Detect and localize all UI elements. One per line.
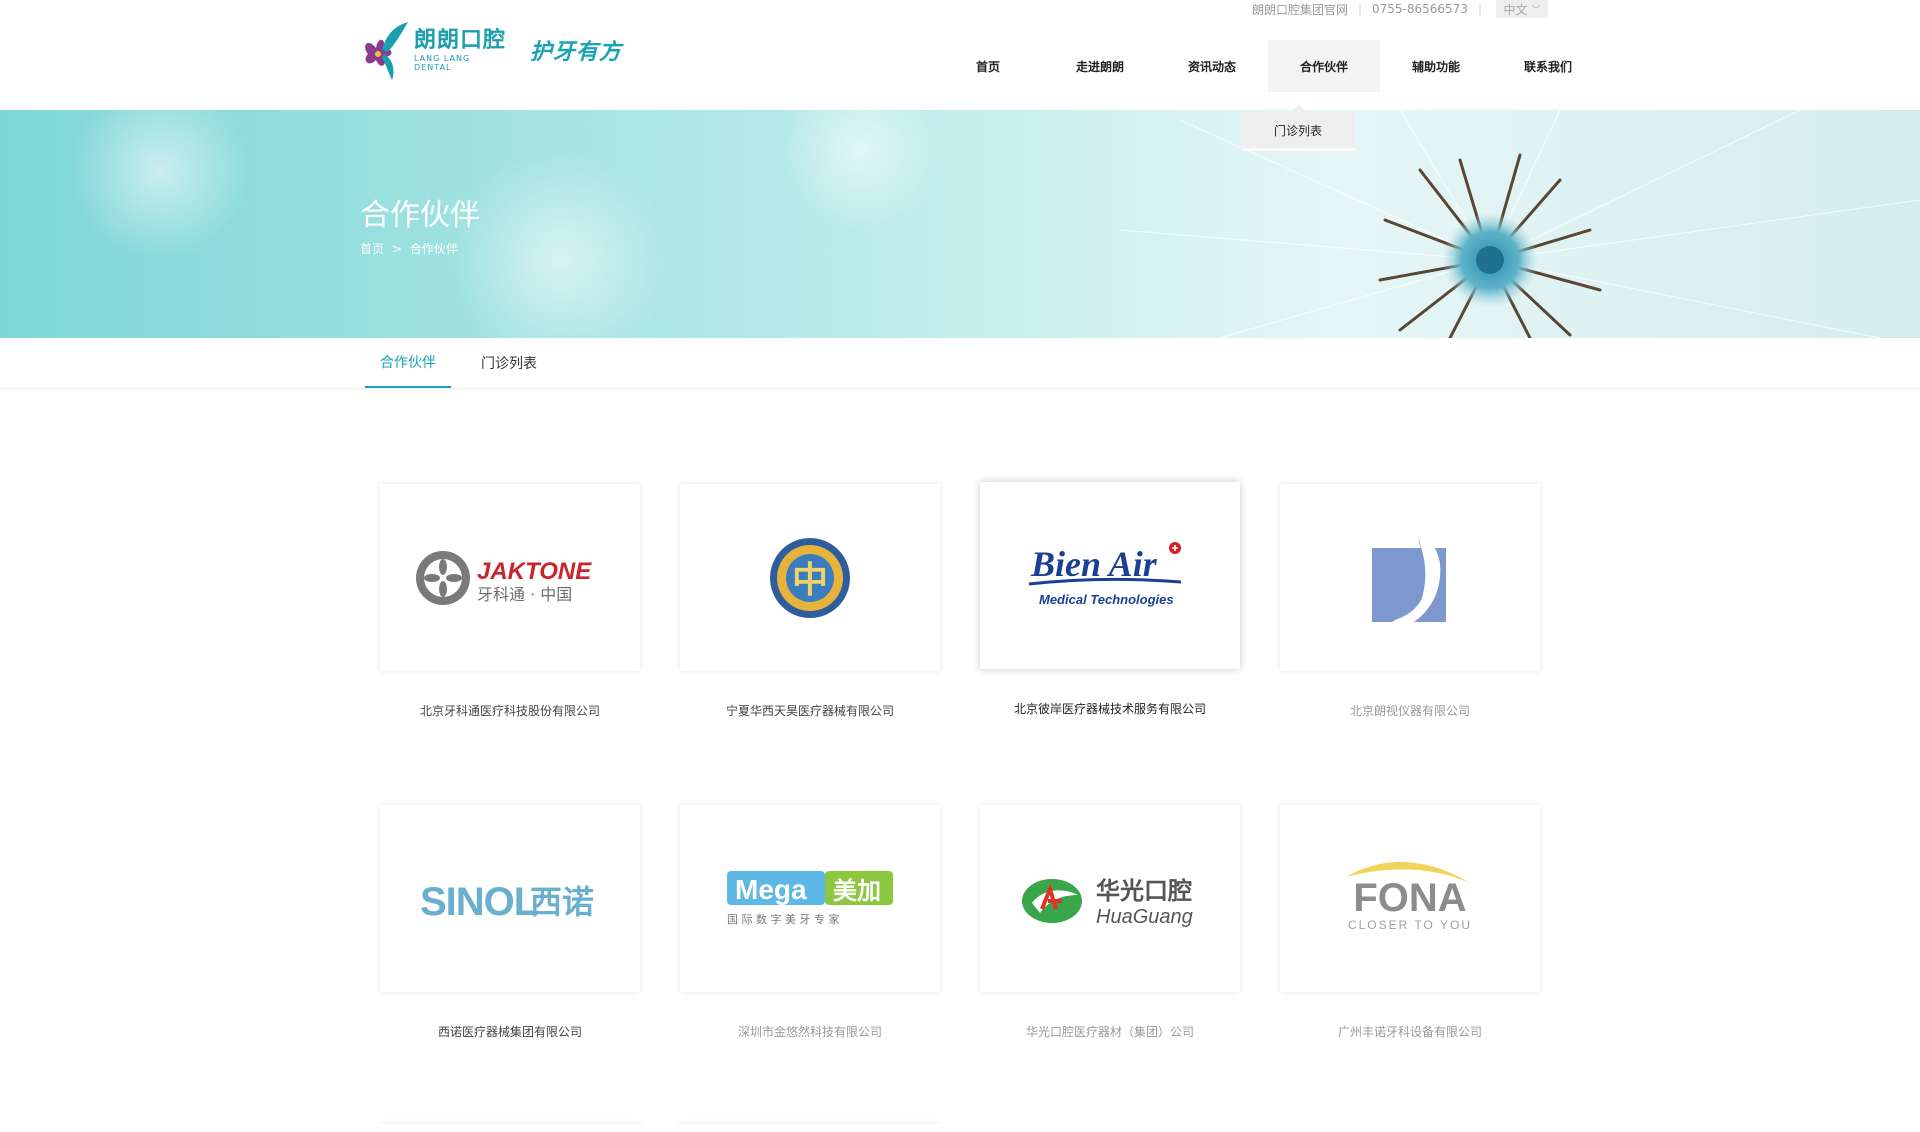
partner-card-mega[interactable]: Mega 美加 国 际 数 字 美 牙 专 家 <box>680 805 940 992</box>
brand-name-cn: 朗朗口腔 <box>414 28 507 53</box>
sinol-cn-wordmark: 西诺 <box>530 883 594 921</box>
sub-tabs: 合作伙伴 门诊列表 <box>0 338 1920 389</box>
main-nav: 首页 走进朗朗 资讯动态 合作伙伴 辅助功能 联系我们 <box>932 40 1604 92</box>
huaguang-cn-wordmark: 华光口腔 <box>1096 877 1192 905</box>
breadcrumb-current: 合作伙伴 <box>409 242 458 256</box>
sinol-logo-icon: SINOL 西诺 <box>420 880 594 924</box>
language-label: 中文 <box>1503 2 1528 17</box>
divider: | <box>1477 2 1482 16</box>
huaxi-seal-icon: 中 <box>770 537 850 618</box>
nav-item-contact[interactable]: 联系我们 <box>1492 40 1604 92</box>
brand-name-en-1: LANG LANG <box>414 54 471 63</box>
partner-card-fona[interactable]: FONA CLOSER TO YOU <box>1280 805 1540 992</box>
partner-card-bienair[interactable]: Bien Air Medical Technologies <box>980 482 1240 669</box>
partners-dropdown: 门诊列表 <box>1241 104 1355 148</box>
sinol-wordmark: SINOL <box>420 880 538 924</box>
huaguang-logo-icon: 华光口腔 HuaGuang <box>1022 877 1193 928</box>
flower-logo-icon <box>358 18 410 82</box>
nav-item-tools[interactable]: 辅助功能 <box>1380 40 1492 92</box>
nav-item-news[interactable]: 资讯动态 <box>1156 40 1268 92</box>
brand-slogan: 护牙有方 <box>530 40 623 65</box>
partner-card-huaguang[interactable]: 华光口腔 HuaGuang <box>980 805 1240 992</box>
language-selector[interactable]: 中文 ﹀ <box>1496 0 1548 18</box>
partner-name[interactable]: 广州丰诺牙科设备有限公司 <box>1280 1023 1540 1040</box>
dropdown-item-clinic-list[interactable]: 门诊列表 <box>1274 122 1322 139</box>
partner-name[interactable]: 北京朗视仪器有限公司 <box>1280 702 1540 719</box>
dandelion-banner-image <box>70 110 1920 338</box>
partner-card-sinol[interactable]: SINOL 西诺 <box>380 805 640 992</box>
partner-name[interactable]: 北京彼岸医疗器械技术服务有限公司 <box>980 700 1240 717</box>
brand-name-en-2: DENTAL <box>414 63 452 72</box>
partner-name[interactable]: 宁夏华西天昊医疗器械有限公司 <box>680 702 940 719</box>
partner-name[interactable]: 深圳市金悠然科技有限公司 <box>680 1023 940 1040</box>
phone-number: 0755-86566573 <box>1372 2 1468 16</box>
mega-tagline: 国 际 数 字 美 牙 专 家 <box>727 912 839 926</box>
divider: | <box>1357 2 1362 16</box>
jaktone-cn-wordmark: 牙科通 · 中国 <box>477 585 572 604</box>
dropdown-arrow <box>1292 104 1306 112</box>
jaktone-wordmark: JAKTONE <box>477 558 592 585</box>
partner-card-next-row <box>680 1124 940 1132</box>
nav-item-partners[interactable]: 合作伙伴 <box>1268 40 1380 92</box>
partner-name[interactable]: 华光口腔医疗器材（集团）公司 <box>980 1023 1240 1040</box>
bienair-wordmark: Bien Air <box>1030 544 1158 584</box>
logo-text: 朗朗口腔 LANG LANG DENTAL <box>414 28 506 72</box>
fona-logo-icon: FONA CLOSER TO YOU <box>1346 861 1472 932</box>
mega-cn-wordmark: 美加 <box>833 877 881 905</box>
partner-name[interactable]: 西诺医疗器械集团有限公司 <box>380 1023 640 1040</box>
bienair-tagline: Medical Technologies <box>1039 592 1174 607</box>
fona-tagline: CLOSER TO YOU <box>1348 918 1472 932</box>
nav-item-home[interactable]: 首页 <box>932 40 1044 92</box>
page-banner: 合作伙伴 首页 > 合作伙伴 <box>0 110 1920 338</box>
breadcrumb-home[interactable]: 首页 <box>360 242 384 256</box>
tab-partners[interactable]: 合作伙伴 <box>365 338 451 388</box>
fona-wordmark: FONA <box>1353 876 1466 920</box>
huaxi-seal-char: 中 <box>792 560 828 601</box>
nav-item-about[interactable]: 走进朗朗 <box>1044 40 1156 92</box>
chevron-down-icon: ﹀ <box>1531 5 1541 16</box>
partner-card-next-row <box>380 1124 640 1132</box>
page-title: 合作伙伴 <box>360 198 480 233</box>
bienair-logo-icon: Bien Air Medical Technologies <box>1028 541 1182 607</box>
huaguang-wordmark: HuaGuang <box>1096 906 1193 928</box>
jaktone-logo-icon: JAKTONE 牙科通 · 中国 <box>416 550 592 605</box>
langshi-sail-icon <box>1372 527 1446 622</box>
mega-logo-icon: Mega 美加 国 际 数 字 美 牙 专 家 <box>727 870 893 926</box>
partner-card-langshi[interactable] <box>1280 484 1540 671</box>
group-site-link[interactable]: 朗朗口腔集团官网 <box>1252 1 1348 18</box>
top-utility-bar: 朗朗口腔集团官网 | 0755-86566573 | 中文 ﹀ <box>1252 0 1548 18</box>
breadcrumb: 首页 > 合作伙伴 <box>360 240 458 257</box>
tab-clinic-list[interactable]: 门诊列表 <box>467 338 551 388</box>
breadcrumb-separator: > <box>391 242 402 256</box>
partner-card-jaktone[interactable]: JAKTONE 牙科通 · 中国 <box>380 484 640 671</box>
mega-wordmark: Mega <box>735 874 807 905</box>
site-logo[interactable]: 朗朗口腔 LANG LANG DENTAL 护牙有方 <box>358 18 622 82</box>
partner-name[interactable]: 北京牙科通医疗科技股份有限公司 <box>380 702 640 719</box>
partner-card-huaxi[interactable]: 中 <box>680 484 940 671</box>
site-header: 朗朗口腔 LANG LANG DENTAL 护牙有方 朗朗口腔集团官网 | 07… <box>0 0 1920 110</box>
